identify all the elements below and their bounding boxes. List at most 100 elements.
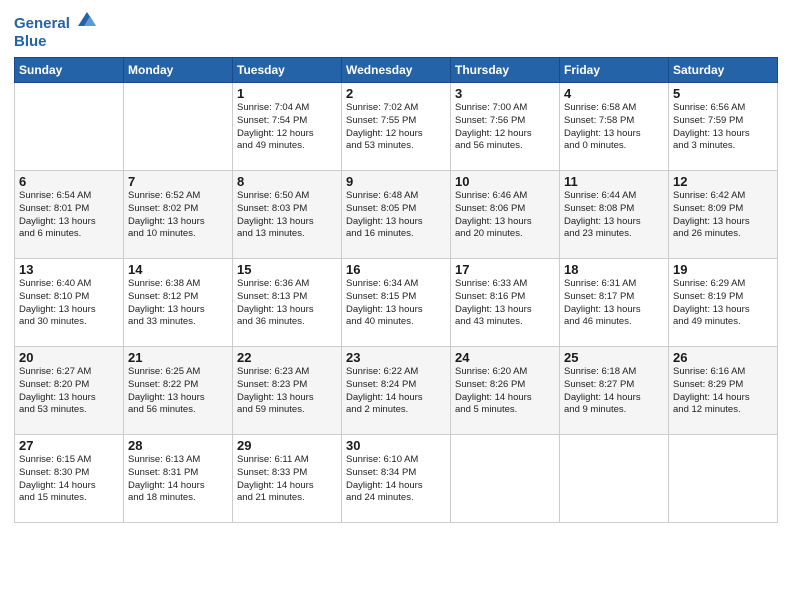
- day-number: 29: [237, 438, 337, 453]
- day-detail: Sunrise: 7:00 AM Sunset: 7:56 PM Dayligh…: [455, 102, 555, 153]
- day-detail: Sunrise: 7:04 AM Sunset: 7:54 PM Dayligh…: [237, 102, 337, 153]
- day-number: 10: [455, 174, 555, 189]
- day-detail: Sunrise: 6:11 AM Sunset: 8:33 PM Dayligh…: [237, 454, 337, 505]
- day-detail: Sunrise: 6:31 AM Sunset: 8:17 PM Dayligh…: [564, 278, 664, 329]
- calendar-cell: 17Sunrise: 6:33 AM Sunset: 8:16 PM Dayli…: [451, 259, 560, 347]
- calendar-cell: [451, 435, 560, 523]
- day-number: 27: [19, 438, 119, 453]
- day-detail: Sunrise: 6:22 AM Sunset: 8:24 PM Dayligh…: [346, 366, 446, 417]
- calendar-cell: 26Sunrise: 6:16 AM Sunset: 8:29 PM Dayli…: [669, 347, 778, 435]
- day-detail: Sunrise: 6:36 AM Sunset: 8:13 PM Dayligh…: [237, 278, 337, 329]
- day-number: 23: [346, 350, 446, 365]
- day-detail: Sunrise: 6:42 AM Sunset: 8:09 PM Dayligh…: [673, 190, 773, 241]
- calendar-cell: 21Sunrise: 6:25 AM Sunset: 8:22 PM Dayli…: [124, 347, 233, 435]
- calendar-cell: 27Sunrise: 6:15 AM Sunset: 8:30 PM Dayli…: [15, 435, 124, 523]
- day-number: 18: [564, 262, 664, 277]
- day-detail: Sunrise: 6:34 AM Sunset: 8:15 PM Dayligh…: [346, 278, 446, 329]
- day-detail: Sunrise: 6:50 AM Sunset: 8:03 PM Dayligh…: [237, 190, 337, 241]
- calendar-cell: [15, 83, 124, 171]
- day-number: 9: [346, 174, 446, 189]
- weekday-header-tuesday: Tuesday: [233, 58, 342, 83]
- calendar-cell: 20Sunrise: 6:27 AM Sunset: 8:20 PM Dayli…: [15, 347, 124, 435]
- day-number: 4: [564, 86, 664, 101]
- day-number: 11: [564, 174, 664, 189]
- calendar-cell: 10Sunrise: 6:46 AM Sunset: 8:06 PM Dayli…: [451, 171, 560, 259]
- calendar-cell: 2Sunrise: 7:02 AM Sunset: 7:55 PM Daylig…: [342, 83, 451, 171]
- day-number: 15: [237, 262, 337, 277]
- weekday-header-sunday: Sunday: [15, 58, 124, 83]
- calendar-body: 1Sunrise: 7:04 AM Sunset: 7:54 PM Daylig…: [15, 83, 778, 523]
- calendar-cell: 24Sunrise: 6:20 AM Sunset: 8:26 PM Dayli…: [451, 347, 560, 435]
- weekday-header-saturday: Saturday: [669, 58, 778, 83]
- logo: General Blue: [14, 10, 98, 51]
- day-number: 25: [564, 350, 664, 365]
- logo-general: General: [14, 15, 70, 32]
- weekday-header-monday: Monday: [124, 58, 233, 83]
- header: General Blue: [14, 10, 778, 51]
- day-detail: Sunrise: 6:10 AM Sunset: 8:34 PM Dayligh…: [346, 454, 446, 505]
- day-number: 20: [19, 350, 119, 365]
- day-detail: Sunrise: 6:52 AM Sunset: 8:02 PM Dayligh…: [128, 190, 228, 241]
- day-number: 30: [346, 438, 446, 453]
- week-row-5: 27Sunrise: 6:15 AM Sunset: 8:30 PM Dayli…: [15, 435, 778, 523]
- day-detail: Sunrise: 6:48 AM Sunset: 8:05 PM Dayligh…: [346, 190, 446, 241]
- day-detail: Sunrise: 6:44 AM Sunset: 8:08 PM Dayligh…: [564, 190, 664, 241]
- calendar-cell: 4Sunrise: 6:58 AM Sunset: 7:58 PM Daylig…: [560, 83, 669, 171]
- calendar-cell: 14Sunrise: 6:38 AM Sunset: 8:12 PM Dayli…: [124, 259, 233, 347]
- day-detail: Sunrise: 6:29 AM Sunset: 8:19 PM Dayligh…: [673, 278, 773, 329]
- logo-text: General: [14, 10, 98, 33]
- weekday-header-wednesday: Wednesday: [342, 58, 451, 83]
- weekday-header-friday: Friday: [560, 58, 669, 83]
- week-row-2: 6Sunrise: 6:54 AM Sunset: 8:01 PM Daylig…: [15, 171, 778, 259]
- calendar-cell: [560, 435, 669, 523]
- calendar-cell: 18Sunrise: 6:31 AM Sunset: 8:17 PM Dayli…: [560, 259, 669, 347]
- calendar-cell: [669, 435, 778, 523]
- day-detail: Sunrise: 7:02 AM Sunset: 7:55 PM Dayligh…: [346, 102, 446, 153]
- calendar-cell: 23Sunrise: 6:22 AM Sunset: 8:24 PM Dayli…: [342, 347, 451, 435]
- day-number: 1: [237, 86, 337, 101]
- day-number: 2: [346, 86, 446, 101]
- day-detail: Sunrise: 6:40 AM Sunset: 8:10 PM Dayligh…: [19, 278, 119, 329]
- day-detail: Sunrise: 6:33 AM Sunset: 8:16 PM Dayligh…: [455, 278, 555, 329]
- calendar-cell: 13Sunrise: 6:40 AM Sunset: 8:10 PM Dayli…: [15, 259, 124, 347]
- weekday-header-thursday: Thursday: [451, 58, 560, 83]
- day-number: 17: [455, 262, 555, 277]
- day-detail: Sunrise: 6:18 AM Sunset: 8:27 PM Dayligh…: [564, 366, 664, 417]
- day-number: 16: [346, 262, 446, 277]
- logo-blue: Blue: [14, 33, 98, 51]
- calendar: SundayMondayTuesdayWednesdayThursdayFrid…: [14, 57, 778, 523]
- weekday-row: SundayMondayTuesdayWednesdayThursdayFrid…: [15, 58, 778, 83]
- day-number: 21: [128, 350, 228, 365]
- calendar-cell: 25Sunrise: 6:18 AM Sunset: 8:27 PM Dayli…: [560, 347, 669, 435]
- day-number: 7: [128, 174, 228, 189]
- calendar-cell: 5Sunrise: 6:56 AM Sunset: 7:59 PM Daylig…: [669, 83, 778, 171]
- day-detail: Sunrise: 6:58 AM Sunset: 7:58 PM Dayligh…: [564, 102, 664, 153]
- calendar-cell: 9Sunrise: 6:48 AM Sunset: 8:05 PM Daylig…: [342, 171, 451, 259]
- day-detail: Sunrise: 6:46 AM Sunset: 8:06 PM Dayligh…: [455, 190, 555, 241]
- week-row-1: 1Sunrise: 7:04 AM Sunset: 7:54 PM Daylig…: [15, 83, 778, 171]
- day-detail: Sunrise: 6:20 AM Sunset: 8:26 PM Dayligh…: [455, 366, 555, 417]
- day-number: 8: [237, 174, 337, 189]
- calendar-cell: 3Sunrise: 7:00 AM Sunset: 7:56 PM Daylig…: [451, 83, 560, 171]
- day-number: 3: [455, 86, 555, 101]
- calendar-cell: 11Sunrise: 6:44 AM Sunset: 8:08 PM Dayli…: [560, 171, 669, 259]
- day-detail: Sunrise: 6:27 AM Sunset: 8:20 PM Dayligh…: [19, 366, 119, 417]
- calendar-cell: 16Sunrise: 6:34 AM Sunset: 8:15 PM Dayli…: [342, 259, 451, 347]
- day-number: 26: [673, 350, 773, 365]
- day-detail: Sunrise: 6:56 AM Sunset: 7:59 PM Dayligh…: [673, 102, 773, 153]
- calendar-cell: 8Sunrise: 6:50 AM Sunset: 8:03 PM Daylig…: [233, 171, 342, 259]
- calendar-cell: 29Sunrise: 6:11 AM Sunset: 8:33 PM Dayli…: [233, 435, 342, 523]
- day-number: 6: [19, 174, 119, 189]
- day-number: 13: [19, 262, 119, 277]
- calendar-cell: 12Sunrise: 6:42 AM Sunset: 8:09 PM Dayli…: [669, 171, 778, 259]
- day-number: 5: [673, 86, 773, 101]
- calendar-cell: 28Sunrise: 6:13 AM Sunset: 8:31 PM Dayli…: [124, 435, 233, 523]
- calendar-cell: 22Sunrise: 6:23 AM Sunset: 8:23 PM Dayli…: [233, 347, 342, 435]
- calendar-cell: 6Sunrise: 6:54 AM Sunset: 8:01 PM Daylig…: [15, 171, 124, 259]
- calendar-cell: [124, 83, 233, 171]
- calendar-cell: 19Sunrise: 6:29 AM Sunset: 8:19 PM Dayli…: [669, 259, 778, 347]
- day-number: 12: [673, 174, 773, 189]
- day-number: 22: [237, 350, 337, 365]
- calendar-header: SundayMondayTuesdayWednesdayThursdayFrid…: [15, 58, 778, 83]
- week-row-4: 20Sunrise: 6:27 AM Sunset: 8:20 PM Dayli…: [15, 347, 778, 435]
